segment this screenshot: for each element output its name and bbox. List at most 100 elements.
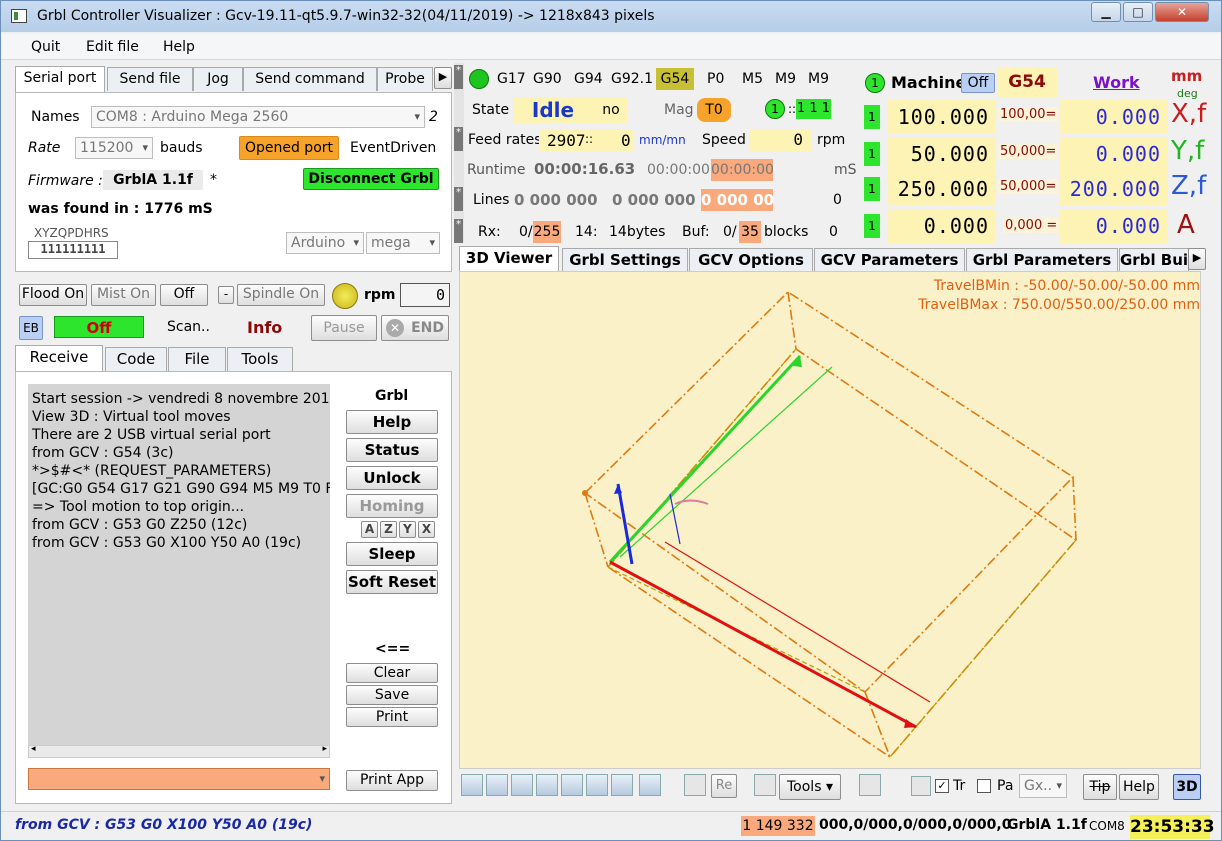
printer-icon[interactable] — [684, 774, 706, 796]
pause-button[interactable]: Pause — [311, 315, 377, 341]
view-bottom-icon[interactable] — [611, 774, 633, 796]
command-combo[interactable] — [28, 768, 330, 790]
help-button-3d[interactable]: Help — [1119, 774, 1159, 800]
mist-on-button[interactable]: Mist On — [91, 284, 156, 306]
axis-enable-badge[interactable]: 1 — [864, 177, 880, 201]
menu-quit[interactable]: Quit — [31, 39, 60, 55]
work-pos[interactable]: 200.000 — [1060, 172, 1167, 206]
machine-off-button[interactable]: Off — [961, 73, 995, 93]
gx-select[interactable]: Gx.. — [1019, 774, 1067, 798]
splitter-star-3[interactable]: * — [454, 187, 463, 211]
gcode-m5: M5 — [742, 71, 763, 87]
home-a-button[interactable]: A — [361, 521, 378, 538]
opened-port-button[interactable]: Opened port — [239, 136, 339, 160]
flood-on-button[interactable]: Flood On — [19, 284, 87, 306]
menu-help[interactable]: Help — [163, 39, 195, 55]
view-top-icon[interactable] — [586, 774, 608, 796]
unlock-button[interactable]: Unlock — [346, 466, 438, 490]
axis-enable-badge[interactable]: 1 — [864, 142, 880, 166]
splitter-star-1[interactable]: * — [454, 65, 463, 89]
print-app-button[interactable]: Print App — [346, 770, 438, 791]
tools-menu[interactable]: Tools ▾ — [779, 774, 841, 800]
tab-send-command[interactable]: Send command — [243, 67, 377, 91]
board-select[interactable]: Arduino — [286, 232, 364, 254]
tab-grbl-settings[interactable]: Grbl Settings — [562, 248, 688, 272]
tab-scroll-right-icon[interactable]: ▶ — [434, 67, 452, 89]
tab-gcv-options[interactable]: GCV Options — [689, 248, 813, 272]
work-pos[interactable]: 0.000 — [1060, 209, 1167, 243]
right-tab-scroll-icon[interactable]: ▶ — [1188, 248, 1206, 270]
rate-select[interactable]: 115200 — [75, 137, 153, 159]
menu-edit-file[interactable]: Edit file — [86, 39, 139, 55]
homing-button[interactable]: Homing — [346, 494, 438, 518]
eb-button[interactable]: EB — [19, 316, 43, 340]
view-back-icon[interactable] — [511, 774, 533, 796]
mag-label: Mag — [664, 102, 694, 118]
view-front-icon[interactable] — [486, 774, 508, 796]
tab-gcv-parameters[interactable]: GCV Parameters — [814, 248, 965, 272]
view-left-icon[interactable] — [536, 774, 558, 796]
print-button[interactable]: Print — [346, 707, 438, 727]
clear-button[interactable]: Clear — [346, 663, 438, 683]
home-z-button[interactable]: Z — [380, 521, 397, 538]
unit-mm[interactable]: mm — [1171, 67, 1202, 85]
home-x-button[interactable]: X — [418, 521, 435, 538]
title-bar: Grbl Controller Visualizer : Gcv-19.11-q… — [1, 1, 1221, 32]
viewer-3d[interactable]: TravelBMin : -50.00/-50.00/-50.00 mm Tra… — [459, 271, 1201, 769]
splitter-star-2[interactable]: * — [454, 127, 463, 151]
close-button[interactable]: ✕ — [1155, 2, 1209, 22]
status-button[interactable]: Status — [346, 438, 438, 462]
console-line: [GC:G0 G54 G17 G21 G90 G94 M5 M9 T0 F0 — [32, 481, 330, 497]
checkbox-tr-checked[interactable]: ✓ — [935, 779, 949, 793]
tab-grbl-parameters[interactable]: Grbl Parameters — [966, 248, 1118, 272]
board-variant-select[interactable]: mega — [366, 232, 440, 254]
scroll-right-icon[interactable]: ▸ — [322, 744, 327, 754]
spindle-on-button[interactable]: Spindle On — [237, 284, 325, 306]
tab-probe[interactable]: Probe — [377, 67, 433, 91]
view-right-icon[interactable] — [561, 774, 583, 796]
console-hscrollbar[interactable]: ◂ ▸ — [28, 744, 330, 758]
spindle-dial-icon[interactable] — [332, 283, 358, 309]
splitter[interactable]: * * * * — [454, 63, 464, 243]
spindle-minus-button[interactable]: - — [218, 286, 234, 304]
end-button[interactable]: ✕ END — [381, 315, 449, 341]
help-button[interactable]: Help — [346, 410, 438, 434]
re-button[interactable]: Re — [711, 774, 737, 798]
tab-file[interactable]: File — [168, 347, 226, 371]
tab-send-file[interactable]: Send file — [107, 67, 193, 91]
checkbox-pa[interactable] — [977, 779, 991, 793]
minimize-button[interactable]: ▁ — [1091, 2, 1121, 22]
rpm-input[interactable]: 0 — [400, 283, 450, 307]
tab-jog[interactable]: Jog — [193, 67, 243, 91]
tab-code[interactable]: Code — [105, 347, 167, 371]
three-d-button[interactable]: 3D — [1173, 774, 1201, 800]
work-label[interactable]: Work — [1093, 73, 1140, 92]
tab-3d-viewer[interactable]: 3D Viewer — [459, 246, 559, 273]
axes-icon[interactable] — [859, 774, 881, 796]
axis-enable-badge[interactable]: 1 — [864, 214, 880, 238]
up-icon[interactable] — [911, 776, 931, 796]
soft-reset-button[interactable]: Soft Reset — [346, 570, 438, 594]
axis-enable-badge[interactable]: 1 — [864, 105, 880, 129]
disconnect-grbl-button[interactable]: Disconnect Grbl — [303, 168, 439, 190]
port-select[interactable]: COM8 : Arduino Mega 2560 — [91, 106, 425, 128]
save-button[interactable]: Save — [346, 685, 438, 705]
splitter-star-4[interactable]: * — [454, 219, 463, 243]
maximize-button[interactable]: □ — [1123, 2, 1153, 22]
tool-icon[interactable] — [754, 774, 776, 796]
buf-label: Buf: — [682, 224, 710, 240]
tab-grbl-build[interactable]: Grbl Build — [1119, 248, 1189, 272]
view-iso-icon[interactable] — [461, 774, 483, 796]
tab-serial-port[interactable]: Serial port — [15, 66, 105, 93]
work-pos[interactable]: 0.000 — [1060, 100, 1167, 134]
tab-tools[interactable]: Tools — [227, 347, 293, 371]
coolant-off-button[interactable]: Off — [160, 284, 208, 306]
tip-button[interactable]: Tip — [1083, 774, 1117, 800]
axis-name: X,f — [1171, 99, 1207, 129]
home-y-button[interactable]: Y — [399, 521, 416, 538]
work-pos[interactable]: 0.000 — [1060, 137, 1167, 171]
view-wire-icon[interactable] — [639, 774, 661, 796]
sleep-button[interactable]: Sleep — [346, 542, 438, 566]
scroll-left-icon[interactable]: ◂ — [31, 744, 36, 754]
tab-receive[interactable]: Receive — [15, 345, 103, 372]
